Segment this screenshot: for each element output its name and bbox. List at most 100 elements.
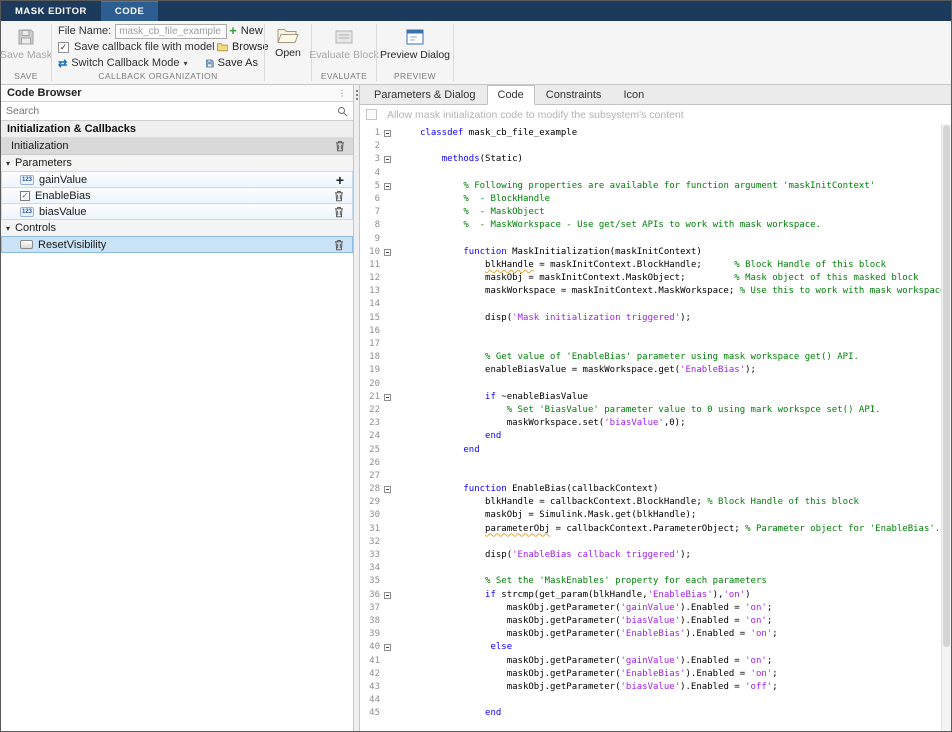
tree-row-resetvisibility[interactable]: ResetVisibility [1,236,353,253]
panel-grip-icon[interactable]: ⋮ [338,89,347,98]
line-number: 31 [360,523,380,536]
code-line-12: 12 maskObj = maskInitContext.MaskObject;… [360,272,941,285]
preview-dialog-button[interactable]: Preview Dialog [375,23,455,63]
code-browser-title-bar: Code Browser ⋮ [1,85,353,102]
code-line-14: 14 [360,298,941,311]
code-line-19: 19 enableBiasValue = maskWorkspace.get('… [360,364,941,377]
new-icon: + [229,26,237,36]
allow-init-row: Allow mask initialization code to modify… [360,105,951,124]
allow-init-checkbox[interactable] [366,109,377,120]
open-button[interactable]: Open [270,23,306,61]
file-name-label: File Name: [58,25,111,37]
evaluate-block-label: Evaluate Block [309,49,378,61]
evaluate-block-button[interactable]: Evaluate Block [304,23,383,63]
checkbox-icon: ✓ [20,191,30,201]
code-line-42: 42 maskObj.getParameter('EnableBias').En… [360,668,941,681]
tree-label: ResetVisibility [38,239,106,251]
editor-tab-code[interactable]: Code [487,85,535,105]
fold-toggle-icon[interactable] [384,394,391,401]
ribbon-section-evaluate: Evaluate Block EVALUATE [312,21,376,84]
save-mask-icon [16,27,36,47]
code-editor[interactable]: 1classdef mask_cb_file_example23 methods… [360,124,951,731]
line-number: 34 [360,562,380,575]
ribbon-section-save: Save Mask SAVE [1,21,51,84]
code-line-11: 11 blkHandle = maskInitContext.BlockHand… [360,259,941,272]
line-number: 19 [360,364,380,377]
tree-row-initialization[interactable]: Initialization [1,138,353,155]
fold-toggle-icon[interactable] [384,644,391,651]
code-line-24: 24 end [360,430,941,443]
save-mask-button[interactable]: Save Mask [0,23,57,63]
tree-label: Initialization [11,140,68,152]
save-as-button[interactable]: Save As [204,56,260,70]
line-number: 2 [360,140,380,153]
collapse-arrow-icon[interactable]: ▾ [6,159,10,168]
tree-label: biasValue [39,206,87,218]
line-number: 42 [360,668,380,681]
code-line-7: 7 % - MaskObject [360,206,941,219]
tree-row-biasvalue[interactable]: 123biasValue [1,203,353,220]
fold-toggle-icon[interactable] [384,249,391,256]
scrollbar-thumb[interactable] [943,125,950,647]
code-lines: 1classdef mask_cb_file_example23 methods… [360,124,941,731]
line-number: 21 [360,391,380,404]
code-line-38: 38 maskObj.getParameter('biasValue').Ena… [360,615,941,628]
code-line-2: 2 [360,140,941,153]
tree-row-gainvalue[interactable]: 123 gainValue + [1,171,353,188]
fold-toggle-icon[interactable] [384,486,391,493]
code-line-31: 31 parameterObj = callbackContext.Parame… [360,523,941,536]
vertical-scrollbar[interactable] [941,124,951,731]
code-line-23: 23 maskWorkspace.set('biasValue',0); [360,417,941,430]
tree-row-enablebias[interactable]: ✓ EnableBias [1,187,353,204]
delete-button[interactable] [334,206,344,218]
save-callback-checkbox[interactable] [58,42,69,53]
delete-button[interactable] [334,239,344,251]
tree-label: Parameters [15,157,72,169]
tree-label: gainValue [39,174,87,186]
save-mask-label: Save Mask [0,49,52,61]
mask-editor-window: MASK EDITORCODE Save Mask SAVE File [0,0,952,732]
line-number: 4 [360,167,380,180]
editor-tab-parameters-dialog[interactable]: Parameters & Dialog [363,85,487,105]
fold-toggle-icon[interactable] [384,592,391,599]
tree-group-parameters[interactable]: ▾ Parameters [1,155,353,172]
tree-group-controls[interactable]: ▾Controls [1,220,353,237]
collapse-arrow-icon[interactable]: ▾ [6,224,10,233]
search-icon [337,106,348,117]
code-line-10: 10 function MaskInitialization(maskInitC… [360,246,941,259]
editor-tab-constraints[interactable]: Constraints [535,85,613,105]
line-number: 13 [360,285,380,298]
add-parameter-button[interactable]: + [336,175,344,185]
delete-button[interactable] [334,190,344,202]
line-number: 37 [360,602,380,615]
tree-label: EnableBias [35,190,91,202]
line-number: 26 [360,457,380,470]
file-name-input[interactable] [115,24,227,39]
panel-splitter[interactable] [353,85,360,731]
browse-button[interactable]: Browse [215,40,271,54]
fold-toggle-icon[interactable] [384,183,391,190]
switch-callback-mode-icon: ⇄ [58,57,67,70]
line-number: 40 [360,641,380,654]
line-number: 36 [360,589,380,602]
code-line-26: 26 [360,457,941,470]
pushbutton-icon [20,240,33,249]
code-line-15: 15 disp('Mask initialization triggered')… [360,312,941,325]
editor-tab-icon[interactable]: Icon [612,85,655,105]
code-line-30: 30 maskObj = Simulink.Mask.get(blkHandle… [360,509,941,522]
delete-button[interactable] [335,140,345,152]
line-number: 27 [360,470,380,483]
code-line-36: 36 if strcmp(get_param(blkHandle,'Enable… [360,589,941,602]
fold-toggle-icon[interactable] [384,130,391,137]
code-line-41: 41 maskObj.getParameter('gainValue').Ena… [360,655,941,668]
fold-toggle-icon[interactable] [384,156,391,163]
switch-callback-mode-button[interactable]: ⇄ Switch Callback Mode ▾ [58,57,187,70]
search-input[interactable] [6,105,337,117]
numeric-edit-icon: 123 [20,175,34,185]
window-tab-mask-editor[interactable]: MASK EDITOR [1,1,101,21]
new-button[interactable]: + New [227,24,265,38]
window-tab-code[interactable]: CODE [101,1,158,21]
code-line-33: 33 disp('EnableBias callback triggered')… [360,549,941,562]
ribbon-section-label-save: SAVE [1,71,51,84]
code-line-43: 43 maskObj.getParameter('biasValue').Ena… [360,681,941,694]
